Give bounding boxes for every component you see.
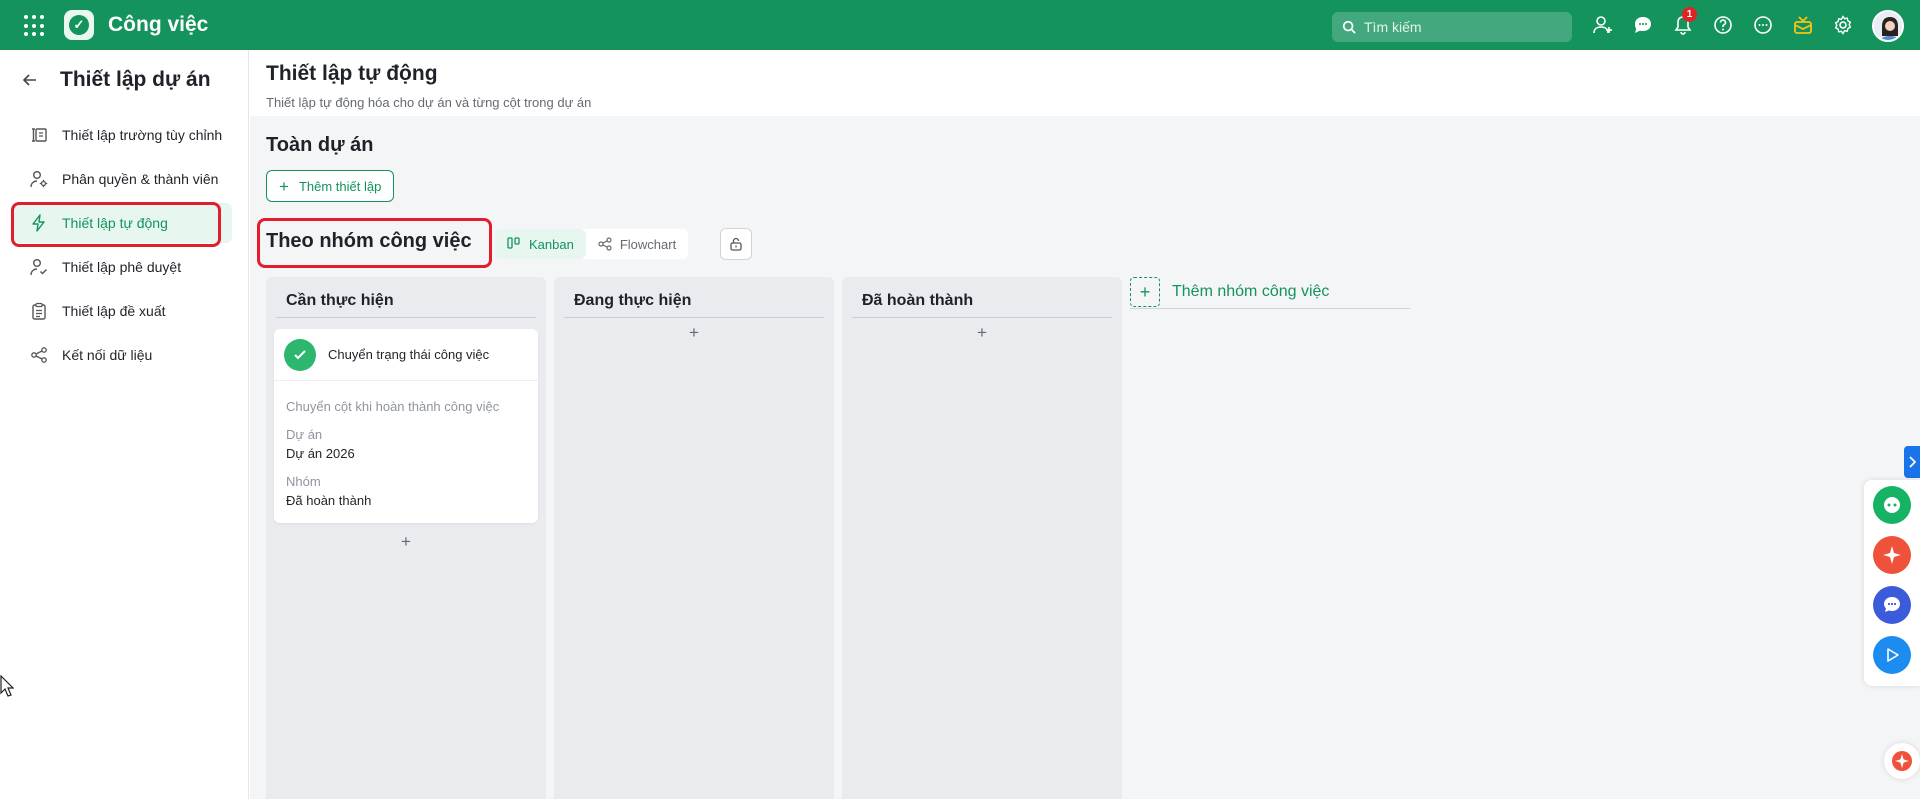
top-bar: ✓ Công việc 1 <box>0 0 1920 50</box>
card-title: Chuyển trạng thái công việc <box>328 347 490 362</box>
add-group-label: Thêm nhóm công việc <box>1172 283 1330 300</box>
tab-flowchart[interactable]: Flowchart <box>586 229 688 259</box>
card-field-label: Nhóm <box>286 474 321 489</box>
sidebar-item-custom-fields[interactable]: Thiết lập trường tùy chỉnh <box>14 115 232 155</box>
sidebar: Thiết lập dự án Thiết lập trường tùy chỉ… <box>0 50 249 799</box>
column-title: Đã hoàn thành <box>862 292 974 309</box>
view-toggle: Kanban Flowchart <box>495 229 689 259</box>
main-content: Thiết lập tự động Thiết lập tự động hóa … <box>250 50 1920 799</box>
automation-card[interactable]: Chuyển trạng thái công việc Chuyển cột k… <box>274 329 538 523</box>
add-setting-button[interactable]: + Thêm thiết lập <box>266 170 395 202</box>
tab-kanban[interactable]: Kanban <box>495 229 586 259</box>
sidebar-item-label: Kết nối dữ liệu <box>62 347 153 363</box>
help-icon[interactable] <box>1708 10 1738 40</box>
card-field-value: Đã hoàn thành <box>286 493 372 508</box>
add-setting-label: Thêm thiết lập <box>298 178 382 194</box>
tab-kanban-label: Kanban <box>529 236 574 252</box>
ai-assistant-button[interactable] <box>1884 743 1920 779</box>
user-gear-icon <box>30 170 48 188</box>
page-subtitle: Thiết lập tự động hóa cho dự án và từng … <box>266 95 592 110</box>
back-arrow-icon[interactable] <box>20 70 40 90</box>
flowchart-icon <box>598 237 612 251</box>
sidebar-item-data-connection[interactable]: Kết nối dữ liệu <box>14 335 232 375</box>
app-logo: ✓ <box>64 10 94 40</box>
sidebar-item-label: Thiết lập trường tùy chỉnh <box>62 127 223 143</box>
expand-panel-tab[interactable] <box>1904 446 1920 478</box>
plus-icon: + <box>279 176 289 196</box>
lightning-icon <box>30 214 48 232</box>
settings-gear-icon[interactable] <box>1828 10 1858 40</box>
kanban-icon <box>507 237 521 251</box>
mouse-cursor-icon <box>0 675 14 697</box>
card-header: Chuyển trạng thái công việc <box>274 329 538 381</box>
sidebar-item-permissions[interactable]: Phân quyền & thành viên <box>14 159 232 199</box>
unlock-button[interactable] <box>720 228 752 260</box>
card-description: Chuyển cột khi hoàn thành công việc <box>286 399 500 414</box>
custom-field-icon <box>30 126 48 144</box>
page-header: Thiết lập tự động Thiết lập tự động hóa … <box>250 50 1920 116</box>
sidebar-item-label: Phân quyền & thành viên <box>62 171 219 187</box>
floating-action-panel <box>1864 480 1920 686</box>
sidebar-item-automation[interactable]: Thiết lập tự động <box>14 203 232 243</box>
chat-icon[interactable] <box>1628 10 1658 40</box>
top-icons: 1 <box>1588 7 1868 40</box>
check-logo-icon: ✓ <box>69 15 89 35</box>
check-circle-icon <box>284 338 316 371</box>
sparkle-icon[interactable] <box>1873 536 1911 574</box>
add-card-button[interactable]: + <box>972 323 992 343</box>
apps-grid-icon[interactable] <box>24 15 46 37</box>
unlock-icon <box>730 237 742 251</box>
column-divider <box>852 317 1112 318</box>
kanban-column-done: Đã hoàn thành + <box>842 277 1122 799</box>
play-icon[interactable] <box>1873 636 1911 674</box>
sidebar-title: Thiết lập dự án <box>60 68 211 91</box>
app-title: Công việc <box>108 13 209 36</box>
notification-badge: 1 <box>1682 7 1697 22</box>
bot-icon[interactable] <box>1873 486 1911 524</box>
gift-icon[interactable] <box>1788 10 1818 40</box>
search-icon <box>1342 20 1356 34</box>
ai-sparkle-icon <box>1892 751 1912 771</box>
messenger-icon[interactable] <box>1873 586 1911 624</box>
plus-icon: + <box>1130 277 1160 307</box>
add-group-button[interactable]: + Thêm nhóm công việc <box>1130 276 1410 309</box>
section-title-by-group: Theo nhóm công việc <box>266 230 472 252</box>
sidebar-item-label: Thiết lập phê duyệt <box>62 259 182 275</box>
add-user-icon[interactable] <box>1588 10 1618 40</box>
column-divider <box>276 317 536 318</box>
kanban-column-in-progress: Đang thực hiện + <box>554 277 834 799</box>
tab-flowchart-label: Flowchart <box>619 236 677 252</box>
bell-icon[interactable]: 1 <box>1668 7 1698 40</box>
search-box[interactable] <box>1332 12 1572 42</box>
kanban-column-todo: Cần thực hiện Chuyển trạng thái công việ… <box>266 277 546 799</box>
section-title-whole-project: Toàn dự án <box>266 134 374 156</box>
sidebar-item-proposal[interactable]: Thiết lập đề xuất <box>14 291 232 331</box>
sidebar-item-label: Thiết lập tự động <box>62 215 168 231</box>
sidebar-item-approval[interactable]: Thiết lập phê duyệt <box>14 247 232 287</box>
search-input[interactable] <box>1364 19 1554 35</box>
add-card-button[interactable]: + <box>396 532 416 552</box>
column-title: Cần thực hiện <box>286 292 394 309</box>
page-title: Thiết lập tự động <box>266 62 438 85</box>
user-check-icon <box>30 258 48 276</box>
sidebar-item-label: Thiết lập đề xuất <box>62 303 166 319</box>
clipboard-icon <box>30 302 48 320</box>
column-divider <box>564 317 824 318</box>
chevron-right-icon <box>1909 456 1916 468</box>
card-field-value: Dự án 2026 <box>286 446 355 461</box>
add-card-button[interactable]: + <box>684 323 704 343</box>
column-title: Đang thực hiện <box>574 292 692 309</box>
more-icon[interactable] <box>1748 10 1778 40</box>
share-nodes-icon <box>30 346 48 364</box>
user-avatar[interactable] <box>1872 10 1904 42</box>
card-field-label: Dự án <box>286 427 323 442</box>
